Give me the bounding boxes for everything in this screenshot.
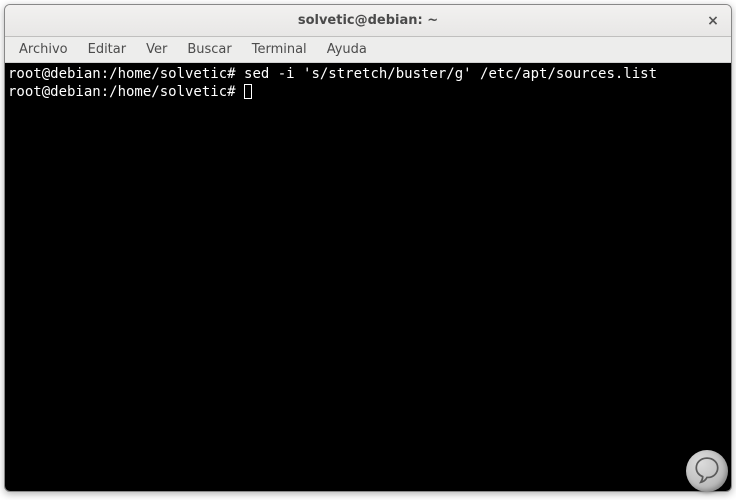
window-title: solvetic@debian: ~ xyxy=(298,13,438,28)
terminal-area[interactable]: root@debian:/home/solvetic# sed -i 's/st… xyxy=(5,63,731,491)
menu-buscar[interactable]: Buscar xyxy=(177,39,241,60)
terminal-window: solvetic@debian: ~ × Archivo Editar Ver … xyxy=(4,4,732,492)
cursor-icon xyxy=(244,84,252,99)
menu-terminal[interactable]: Terminal xyxy=(242,39,317,60)
close-icon[interactable]: × xyxy=(705,13,721,29)
terminal-line: root@debian:/home/solvetic# sed -i 's/st… xyxy=(8,65,728,83)
speech-bubble-icon xyxy=(694,456,720,486)
menu-archivo[interactable]: Archivo xyxy=(9,39,78,60)
titlebar[interactable]: solvetic@debian: ~ × xyxy=(5,5,731,37)
menubar: Archivo Editar Ver Buscar Terminal Ayuda xyxy=(5,37,731,63)
command-text: sed -i 's/stretch/buster/g' /etc/apt/sou… xyxy=(244,66,657,82)
terminal-line: root@debian:/home/solvetic# xyxy=(8,83,728,101)
prompt: root@debian:/home/solvetic# xyxy=(8,84,236,100)
menu-ayuda[interactable]: Ayuda xyxy=(317,39,377,60)
menu-editar[interactable]: Editar xyxy=(78,39,137,60)
prompt: root@debian:/home/solvetic# xyxy=(8,66,236,82)
watermark-badge xyxy=(686,450,728,492)
menu-ver[interactable]: Ver xyxy=(136,39,177,60)
